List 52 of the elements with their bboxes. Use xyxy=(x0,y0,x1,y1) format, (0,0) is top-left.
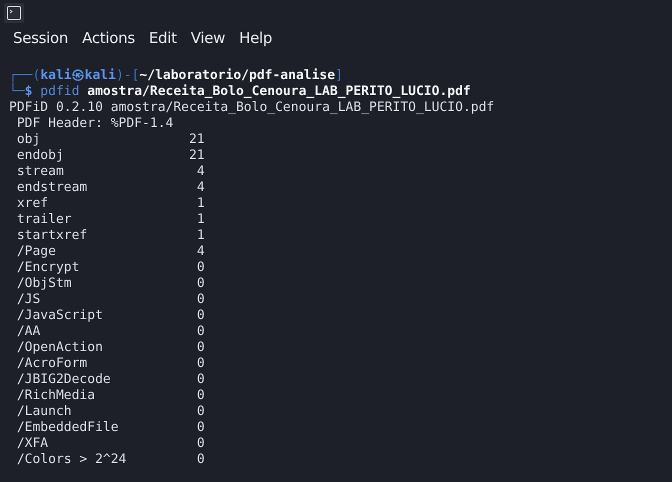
keyword-name: endobj xyxy=(16,148,64,163)
keyword-count: 4 xyxy=(196,180,205,196)
keyword-count: 1 xyxy=(196,228,205,244)
keyword-name: /JS xyxy=(16,292,40,307)
keyword-count: 0 xyxy=(196,388,205,404)
keyword-name: /JavaScript xyxy=(16,308,103,323)
menu-item[interactable]: View xyxy=(190,28,226,46)
keyword-count: 0 xyxy=(196,308,205,324)
output-line: PDFiD 0.2.10 amostra/Receita_Bolo_Cenoura_LAB_PERITO_LUCIO.pdf xyxy=(9,100,496,116)
keyword-name: xref xyxy=(16,196,48,211)
keyword-count: 1 xyxy=(196,212,205,228)
keyword-count: 0 xyxy=(196,292,205,308)
keyword-name: /OpenAction xyxy=(16,340,103,355)
keyword-count: 4 xyxy=(196,244,205,260)
keyword-name: /AA xyxy=(16,324,40,339)
keyword-name: /XFA xyxy=(16,436,48,451)
keyword-count: 1 xyxy=(196,196,205,212)
keyword-count: 0 xyxy=(196,340,205,356)
output-line: PDF Header: %PDF-1.4 xyxy=(16,116,174,132)
keyword-count: 4 xyxy=(196,164,205,180)
keyword-count: 0 xyxy=(196,324,205,340)
keyword-name: /Launch xyxy=(16,404,72,419)
menu-item[interactable]: Session xyxy=(13,28,68,46)
keyword-name: /ObjStm xyxy=(16,276,72,291)
keyword-count: 0 xyxy=(196,420,205,436)
keyword-name: /Encrypt xyxy=(16,260,80,275)
keyword-count: 21 xyxy=(188,148,205,164)
keyword-name: startxref xyxy=(16,228,88,243)
keyword-count: 0 xyxy=(196,260,205,276)
menu-item[interactable]: Help xyxy=(239,28,272,46)
keyword-count: 0 xyxy=(196,356,205,372)
keyword-name: obj xyxy=(16,132,40,147)
keyword-count: 0 xyxy=(196,436,205,452)
keyword-name: /Page xyxy=(16,244,56,259)
keyword-count: 0 xyxy=(196,452,205,468)
keyword-name: /EmbeddedFile xyxy=(16,420,119,435)
keyword-name: stream xyxy=(16,164,64,179)
prompt-line: ┌──(kali㉿kali)-[~/laboratorio/pdf-analise] xyxy=(9,68,344,83)
terminal-icon[interactable] xyxy=(7,6,21,20)
menu-item[interactable]: Actions xyxy=(82,28,135,46)
keyword-count: 0 xyxy=(196,404,205,420)
keyword-name: /Colors > 2^24 xyxy=(16,452,126,467)
keyword-name: /RichMedia xyxy=(16,388,96,403)
keyword-count: 0 xyxy=(196,276,205,292)
keyword-count: 21 xyxy=(188,132,205,148)
keyword-name: endstream xyxy=(16,180,88,195)
prompt-line: └─$ pdfid amostra/Receita_Bolo_Cenoura_LAB_PERITO_LUCIO.pdf xyxy=(9,84,472,100)
keyword-name: trailer xyxy=(16,212,72,227)
menu-item[interactable]: Edit xyxy=(148,28,177,46)
keyword-name: /JBIG2Decode xyxy=(16,372,111,387)
keyword-name: /AcroForm xyxy=(16,356,88,371)
keyword-count: 0 xyxy=(196,372,205,388)
